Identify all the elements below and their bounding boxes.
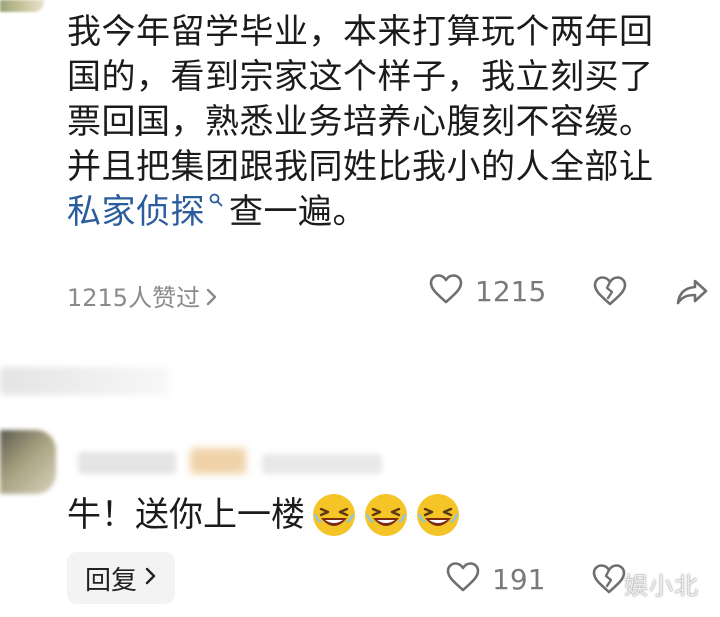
liked-by-link[interactable]: 1215人赞过 <box>67 278 218 313</box>
share-button[interactable] <box>675 278 709 310</box>
comment-text: 牛！送你上一楼 <box>67 495 305 535</box>
user-meta-blurred <box>262 454 382 474</box>
comment-card-1: 我今年留学毕业，本来打算玩个两年回 国的，看到宗家这个样子，我立刻买了 票回国，… <box>0 0 720 330</box>
broken-heart-icon <box>593 276 627 310</box>
laughing-emoji-icon <box>415 492 461 538</box>
avatar-blurred[interactable] <box>0 0 44 12</box>
chevron-right-icon <box>206 285 218 313</box>
comment-actions: 1215人赞过 1215 <box>67 270 709 314</box>
badge-blurred <box>190 448 246 474</box>
comment-line-tail: 查一遍。 <box>229 192 367 232</box>
broken-heart-icon <box>592 564 626 598</box>
dislike-button[interactable] <box>593 276 627 310</box>
comment-line: 并且把集团跟我同姓比我小的人全部让 <box>67 147 654 187</box>
heart-outline-icon <box>429 274 463 308</box>
comment-body: 我今年留学毕业，本来打算玩个两年回 国的，看到宗家这个样子，我立刻买了 票回国，… <box>67 10 707 235</box>
liked-by-label: 1215人赞过 <box>67 284 201 312</box>
like-button[interactable]: 191 <box>446 562 545 596</box>
like-count: 1215 <box>475 274 547 308</box>
username-blurred[interactable] <box>78 452 176 474</box>
comment-line: 私家侦探 查一遍。 <box>67 190 707 235</box>
like-count: 191 <box>492 562 546 596</box>
comment-line: 国的，看到宗家这个样子，我立刻买了 <box>67 57 654 97</box>
comment-line: 票回国，熟悉业务培养心腹刻不容缓。 <box>67 102 654 142</box>
chevron-right-icon <box>145 563 157 593</box>
like-button[interactable]: 1215 <box>429 274 546 308</box>
dislike-button[interactable] <box>592 564 626 598</box>
search-icon[interactable] <box>209 174 223 207</box>
heart-outline-icon <box>446 562 480 596</box>
comment-line: 我今年留学毕业，本来打算玩个两年回 <box>67 12 654 52</box>
watermark: 娱小北 <box>624 572 699 600</box>
comment-body: 牛！送你上一楼 <box>67 492 461 538</box>
reply-button[interactable]: 回复 <box>67 552 176 604</box>
blurred-content <box>0 367 170 395</box>
share-arrow-icon <box>675 279 709 310</box>
avatar-blurred[interactable] <box>0 430 56 494</box>
reply-label: 回复 <box>85 565 138 596</box>
private-detective-link[interactable]: 私家侦探 <box>67 192 205 232</box>
laughing-emoji-icon <box>363 492 409 538</box>
laughing-emoji-icon <box>311 492 357 538</box>
